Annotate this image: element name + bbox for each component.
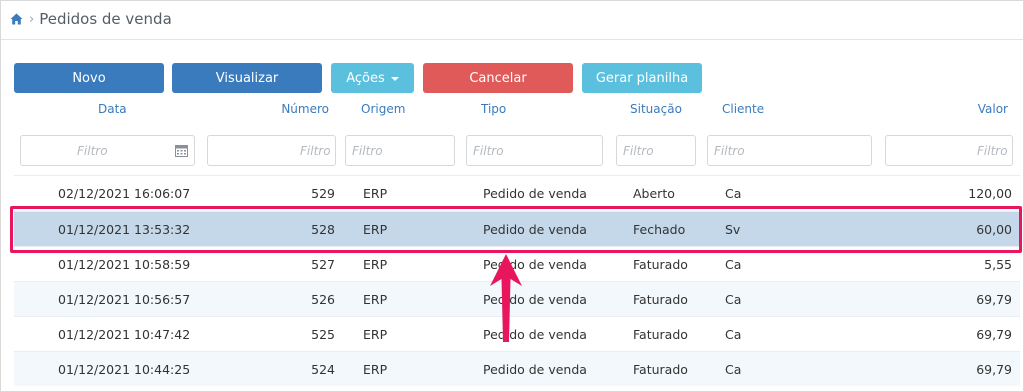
cell-origem: ERP xyxy=(363,326,388,342)
cancelar-button-label: Cancelar xyxy=(469,70,527,86)
calendar-icon[interactable] xyxy=(175,144,188,160)
cell-numero: 526 xyxy=(311,291,335,307)
cell-data: 01/12/2021 10:56:57 xyxy=(58,291,191,307)
cell-cliente: Ca xyxy=(725,291,742,307)
cell-valor: 120,00 xyxy=(968,185,1012,201)
filter-situacao-input[interactable] xyxy=(623,143,695,158)
cell-numero: 529 xyxy=(311,185,335,201)
cell-valor: 69,79 xyxy=(976,361,1012,377)
cell-situacao: Faturado xyxy=(633,326,688,342)
cell-situacao: Aberto xyxy=(633,185,675,201)
cancelar-button[interactable]: Cancelar xyxy=(423,63,573,93)
filter-cliente-input[interactable] xyxy=(714,143,871,158)
acoes-dropdown-button[interactable]: Ações xyxy=(331,63,414,93)
column-header-tipo[interactable]: Tipo xyxy=(481,102,506,116)
cell-cliente: Ca xyxy=(725,326,742,342)
cell-origem: ERP xyxy=(363,185,388,201)
caret-down-icon xyxy=(390,77,399,81)
cell-data: 01/12/2021 10:44:25 xyxy=(58,361,191,377)
filter-numero-field[interactable] xyxy=(207,135,336,166)
filter-data-field[interactable] xyxy=(20,135,195,166)
selected-row-highlight xyxy=(10,206,1022,253)
cell-tipo: Pedido de venda xyxy=(483,361,587,377)
gerar-planilha-button-label: Gerar planilha xyxy=(595,70,689,86)
page-title: Pedidos de venda xyxy=(39,10,172,28)
visualizar-button-label: Visualizar xyxy=(215,70,279,86)
header-divider xyxy=(1,39,1023,40)
chevron-right-icon: › xyxy=(29,11,35,27)
cell-origem: ERP xyxy=(363,291,388,307)
up-arrow-icon xyxy=(487,252,525,348)
cell-situacao: Faturado xyxy=(633,291,688,307)
column-header-numero[interactable]: Número xyxy=(279,102,329,116)
cell-origem: ERP xyxy=(363,361,388,377)
filter-situacao-field[interactable] xyxy=(616,135,696,166)
column-header-origem[interactable]: Origem xyxy=(361,102,405,116)
breadcrumb: › Pedidos de venda xyxy=(10,9,172,29)
acoes-button-label: Ações xyxy=(346,70,385,86)
cell-cliente: Ca xyxy=(725,185,742,201)
filter-origem-input[interactable] xyxy=(352,143,454,158)
gerar-planilha-button[interactable]: Gerar planilha xyxy=(582,63,702,93)
column-header-valor[interactable]: Valor xyxy=(960,102,1008,116)
column-header-data[interactable]: Data xyxy=(98,102,127,116)
visualizar-button[interactable]: Visualizar xyxy=(172,63,322,93)
cell-numero: 524 xyxy=(311,361,335,377)
novo-button-label: Novo xyxy=(72,70,106,86)
filter-tipo-input[interactable] xyxy=(473,143,602,158)
column-header-cliente[interactable]: Cliente xyxy=(722,102,764,116)
filter-valor-field[interactable] xyxy=(885,135,1013,166)
cell-situacao: Faturado xyxy=(633,361,688,377)
filter-data-input[interactable] xyxy=(77,143,167,158)
cell-tipo: Pedido de venda xyxy=(483,185,587,201)
filter-valor-input[interactable] xyxy=(977,143,1012,158)
cell-numero: 525 xyxy=(311,326,335,342)
home-icon[interactable] xyxy=(10,13,23,25)
filter-origem-field[interactable] xyxy=(345,135,455,166)
cell-valor: 69,79 xyxy=(976,326,1012,342)
cell-data: 01/12/2021 10:47:42 xyxy=(58,326,191,342)
filter-numero-input[interactable] xyxy=(300,143,335,158)
column-header-situacao[interactable]: Situação xyxy=(630,102,682,116)
cell-valor: 69,79 xyxy=(976,291,1012,307)
table-row[interactable]: 01/12/2021 10:44:25 524 ERP Pedido de ve… xyxy=(14,351,1020,386)
filter-cliente-field[interactable] xyxy=(707,135,872,166)
filter-tipo-field[interactable] xyxy=(466,135,603,166)
table-row[interactable]: 02/12/2021 16:06:07 529 ERP Pedido de ve… xyxy=(14,175,1020,210)
novo-button[interactable]: Novo xyxy=(14,63,164,93)
cell-cliente: Ca xyxy=(725,361,742,377)
cell-data: 02/12/2021 16:06:07 xyxy=(58,185,191,201)
